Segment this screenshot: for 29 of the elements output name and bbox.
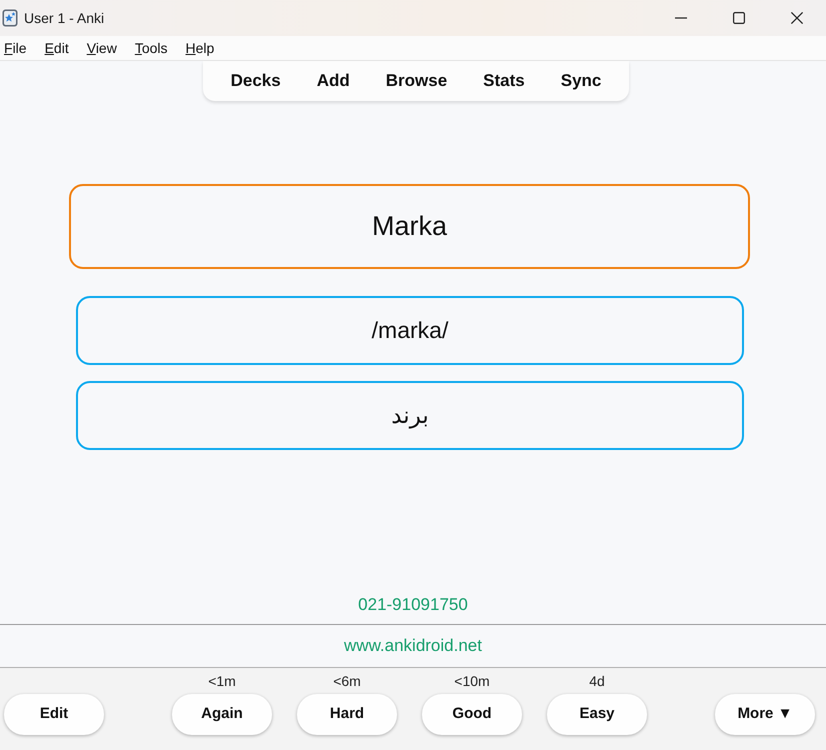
maximize-icon (733, 12, 745, 24)
answer-button[interactable]: Good (422, 694, 522, 735)
card-front-field: Marka (69, 184, 750, 269)
answer-button[interactable]: Again (172, 694, 272, 735)
menu-item[interactable]: Tools (134, 38, 169, 58)
card-answer-field: /marka/ (76, 296, 744, 365)
minimize-icon (675, 17, 687, 19)
edit-button[interactable]: Edit (4, 694, 104, 735)
interval-label: <6m (333, 673, 361, 689)
close-icon (791, 12, 803, 24)
toolbar-link[interactable]: Add (298, 68, 368, 94)
window-title: User 1 - Anki (24, 8, 104, 28)
app-icon (2, 9, 18, 27)
phone-number: 021-91091750 (358, 594, 468, 616)
answer-button[interactable]: Hard (297, 694, 397, 735)
menu-item[interactable]: Edit (44, 38, 70, 58)
toolbar-link[interactable]: Sync (542, 68, 620, 94)
toolbar-link[interactable]: Decks (212, 68, 299, 94)
interval-label: <1m (208, 673, 236, 689)
interval-label: <10m (454, 673, 490, 689)
interval-label: 4d (589, 673, 605, 689)
menu-item[interactable]: File (3, 38, 28, 58)
answer-button[interactable]: Easy (547, 694, 647, 735)
menu-item[interactable]: Help (184, 38, 216, 58)
menu-item[interactable]: View (86, 38, 118, 58)
more-button[interactable]: More ▼ (715, 694, 815, 735)
card-answer-field: برند (76, 381, 744, 450)
toolbar-link[interactable]: Browse (368, 68, 466, 94)
toolbar-link[interactable]: Stats (465, 68, 543, 94)
